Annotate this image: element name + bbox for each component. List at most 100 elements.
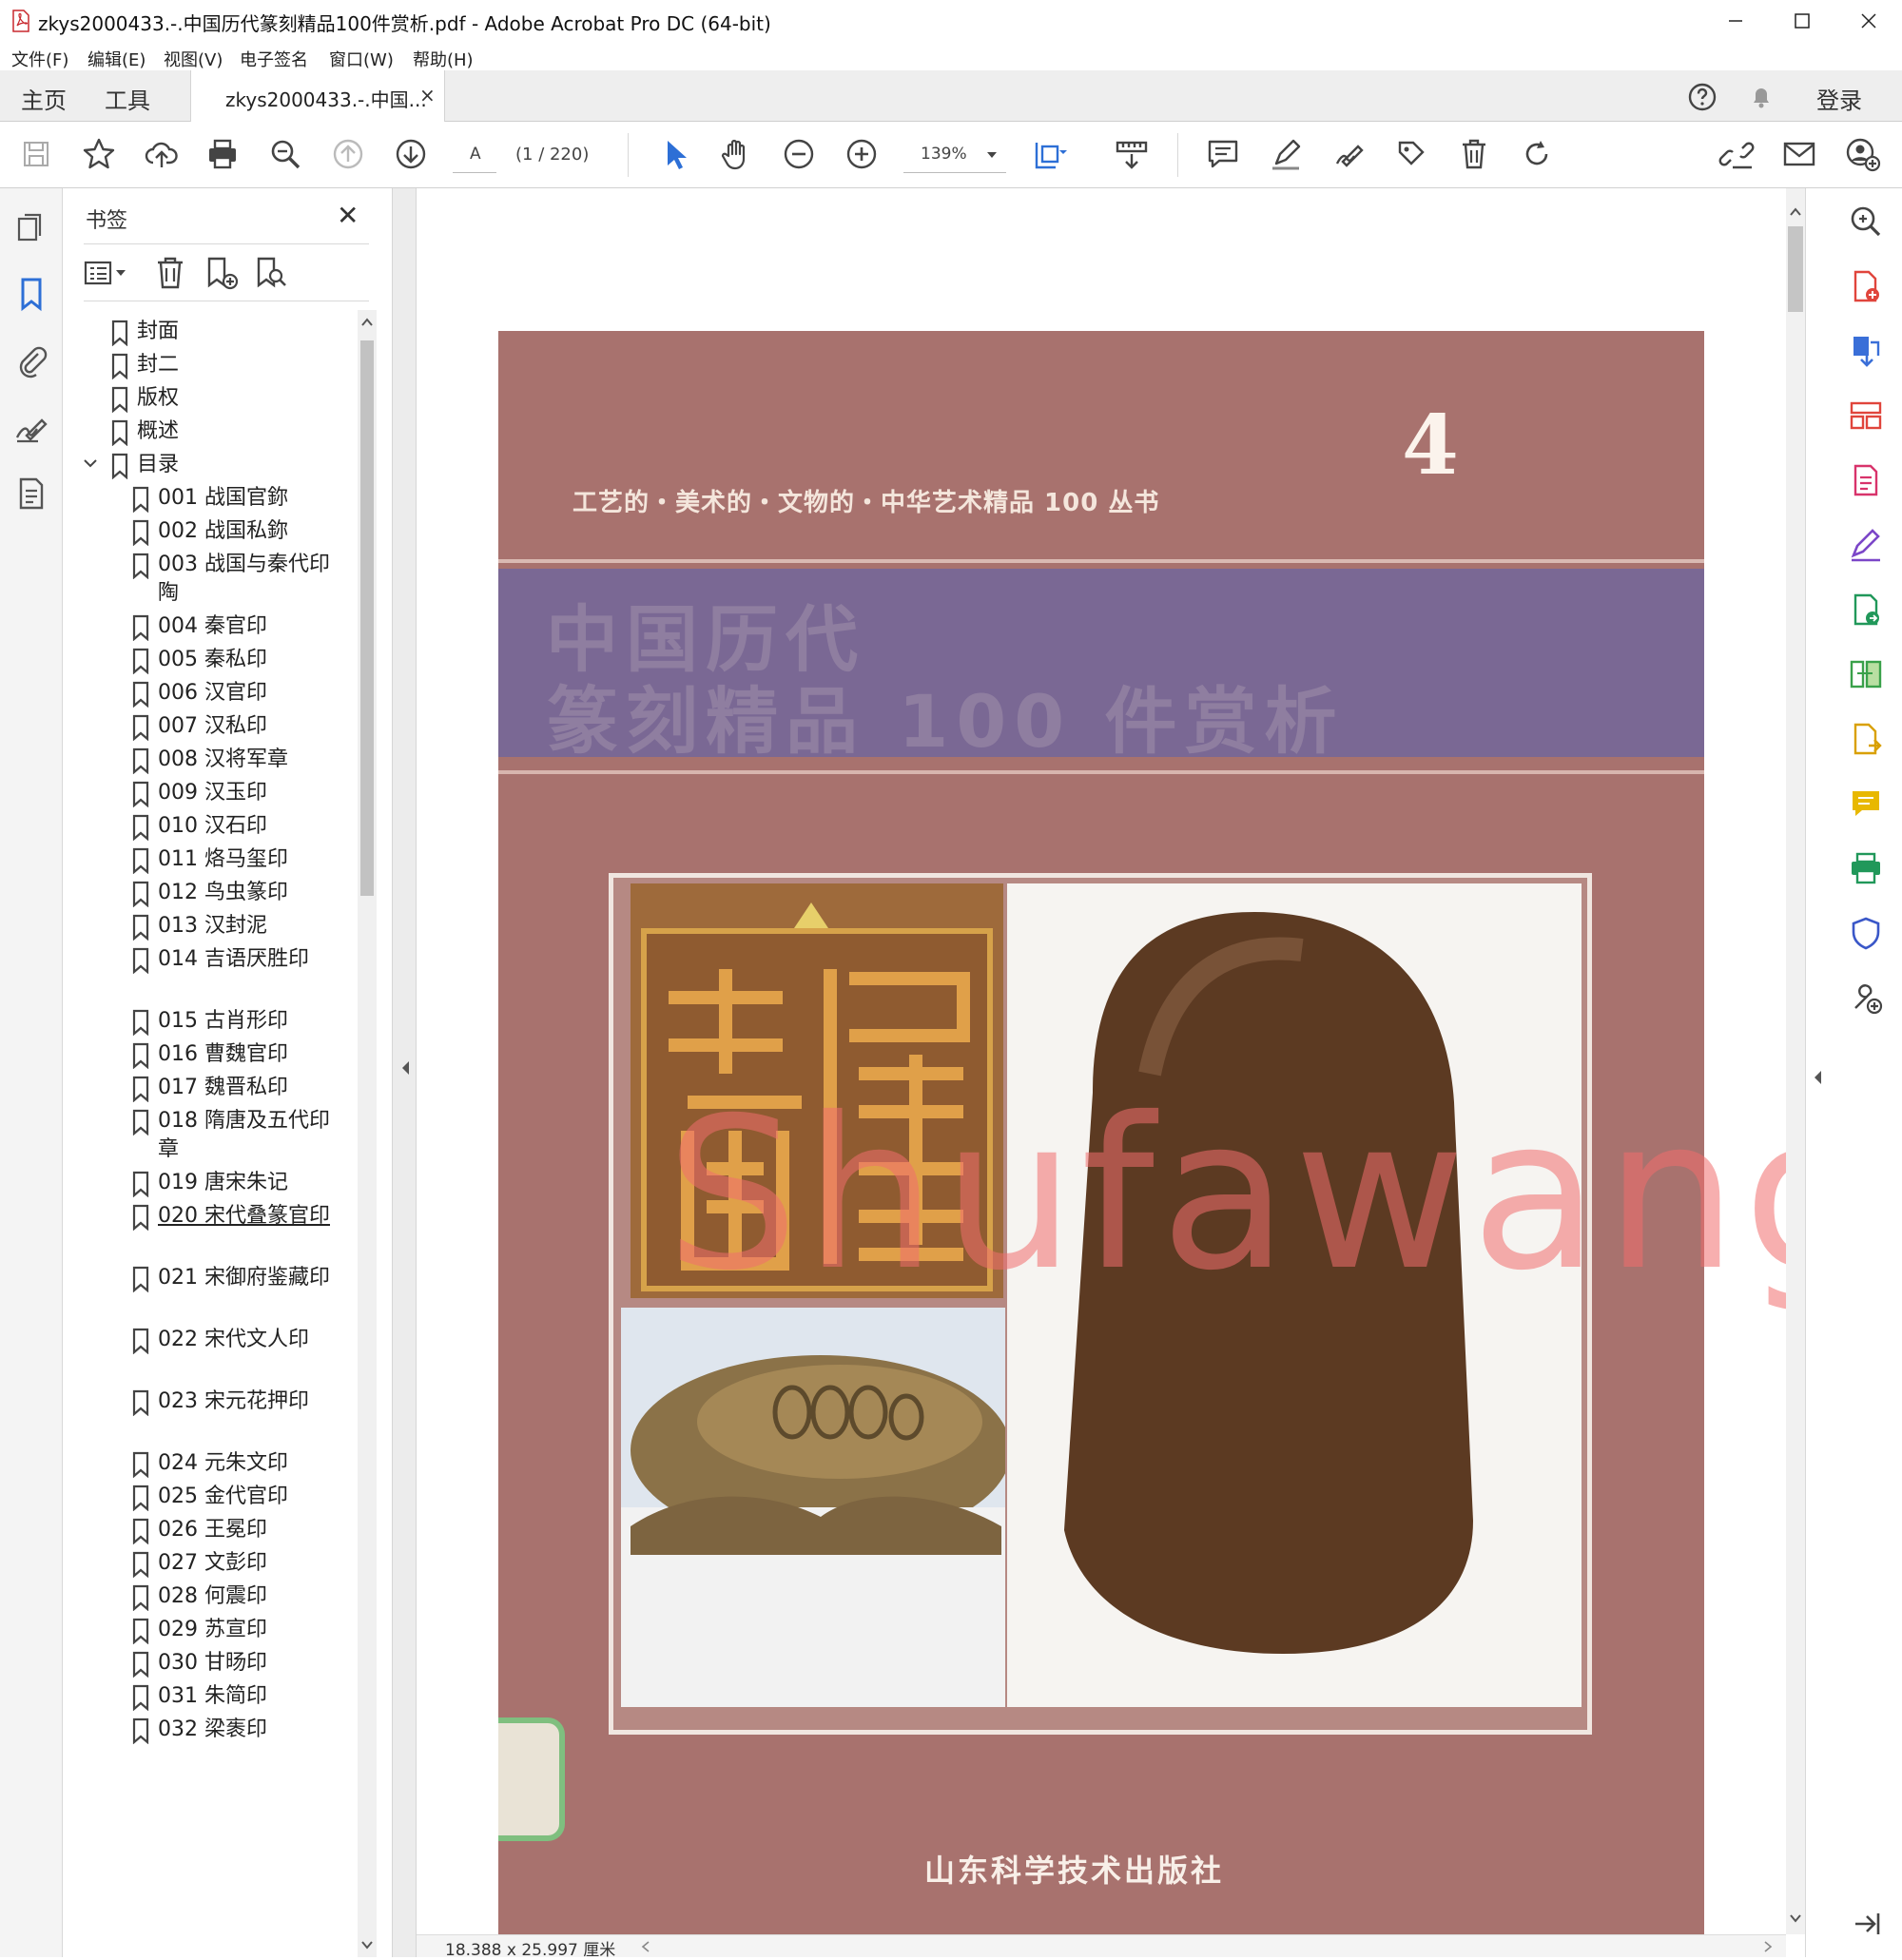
add-user-button[interactable] [1843, 135, 1881, 173]
bookmark-item[interactable]: 017 魏晋私印 [63, 1074, 358, 1102]
protect-shield-icon[interactable] [1848, 915, 1884, 951]
page-number-input[interactable]: A [453, 137, 496, 173]
menu-file[interactable]: 文件(F) [11, 47, 68, 71]
bookmark-item[interactable]: 013 汉封泥 [63, 912, 358, 941]
scroll-up-icon[interactable] [1790, 207, 1801, 217]
bookmarks-scrollbar[interactable] [358, 310, 377, 1957]
delete-button[interactable] [1455, 135, 1493, 173]
organize-pages-icon[interactable] [1848, 398, 1884, 434]
menu-edit[interactable]: 编辑(E) [87, 47, 146, 71]
bookmarks-close-button[interactable]: ✕ [337, 200, 359, 231]
bookmark-item[interactable]: 008 汉将军章 [63, 746, 358, 774]
close-window-button[interactable] [1835, 0, 1902, 42]
attachments-icon[interactable] [13, 342, 49, 378]
bookmark-item[interactable]: 023 宋元花押印 [63, 1388, 358, 1445]
sign-button[interactable] [1329, 135, 1368, 173]
scroll-up-icon[interactable] [361, 318, 373, 327]
scroll-down-icon[interactable] [1790, 1913, 1801, 1923]
scroll-thumb[interactable] [360, 340, 374, 896]
bookmark-item[interactable]: 031 朱简印 [63, 1682, 358, 1711]
bookmark-panel-icon[interactable] [13, 276, 49, 312]
new-bookmark-icon[interactable] [204, 255, 240, 291]
notification-bell-icon[interactable] [1746, 82, 1776, 112]
zoom-in-button[interactable] [843, 135, 881, 173]
share-button[interactable] [1392, 135, 1430, 173]
bookmark-item[interactable]: 018 隋唐及五代印章 [63, 1107, 358, 1164]
tab-home[interactable]: 主页 [21, 82, 67, 115]
bookmark-item[interactable]: 006 汉官印 [63, 679, 358, 708]
hand-tool-button[interactable] [717, 135, 755, 173]
bookmark-item[interactable]: 015 古肖形印 [63, 1007, 358, 1036]
bookmark-item[interactable]: 016 曹魏官印 [63, 1040, 358, 1069]
bookmark-item[interactable]: 001 战国官鉨 [63, 484, 358, 513]
bookmark-item[interactable]: 030 甘旸印 [63, 1649, 358, 1678]
document-properties-icon[interactable] [13, 475, 49, 512]
bookmark-item[interactable]: 012 鸟虫篆印 [63, 879, 358, 907]
edit-pdf-icon[interactable] [1848, 462, 1884, 498]
email-button[interactable] [1780, 135, 1818, 173]
send-for-review-icon[interactable] [1848, 592, 1884, 628]
scroll-thumb[interactable] [1788, 226, 1803, 312]
collapse-left-icon[interactable] [399, 1059, 411, 1077]
bookmark-item[interactable]: 027 文彭印 [63, 1549, 358, 1578]
menu-window[interactable]: 窗口(W) [329, 47, 394, 71]
highlight-button[interactable] [1267, 135, 1305, 173]
zoom-search-icon[interactable] [1848, 204, 1884, 240]
create-pdf-icon[interactable] [1848, 268, 1884, 304]
next-page-button[interactable] [392, 135, 430, 173]
print-production-icon[interactable] [1848, 850, 1884, 886]
bookmark-item[interactable]: 014 吉语厌胜印 [63, 945, 358, 1002]
bookmark-item[interactable]: 020 宋代叠篆官印 [63, 1202, 358, 1259]
scroll-left-icon[interactable] [641, 1941, 650, 1952]
menu-help[interactable]: 帮助(H) [413, 47, 474, 71]
touch-reading-mode-button[interactable] [1113, 135, 1151, 173]
bookmark-item[interactable]: 目录 [63, 451, 358, 479]
scroll-right-icon[interactable] [1763, 1941, 1773, 1952]
help-icon[interactable] [1687, 82, 1718, 112]
tab-tools[interactable]: 工具 [105, 82, 150, 115]
rotate-button[interactable] [1518, 135, 1556, 173]
cloud-upload-button[interactable] [143, 135, 181, 173]
comment-tool-icon[interactable] [1848, 786, 1884, 822]
signatures-icon[interactable] [13, 409, 49, 445]
more-tools-icon[interactable] [1848, 980, 1884, 1016]
bookmark-item[interactable]: 007 汉私印 [63, 712, 358, 741]
bookmark-item[interactable]: 版权 [63, 384, 358, 413]
fill-sign-icon[interactable] [1848, 527, 1884, 563]
delete-bookmark-icon[interactable] [152, 255, 188, 291]
bookmark-item[interactable]: 封面 [63, 318, 358, 346]
page-display-button[interactable] [1031, 135, 1069, 173]
tab-close-button[interactable]: × [419, 84, 436, 107]
bookmark-item[interactable]: 028 何震印 [63, 1582, 358, 1611]
bookmark-item[interactable]: 022 宋代文人印 [63, 1326, 358, 1383]
chevron-down-icon[interactable] [82, 455, 99, 472]
expand-tools-icon[interactable] [1812, 1069, 1823, 1086]
bookmark-item[interactable]: 011 烙马玺印 [63, 845, 358, 874]
bookmark-options-icon[interactable] [84, 255, 133, 291]
minimize-button[interactable] [1702, 0, 1769, 42]
tab-document[interactable]: zkys2000433.-.中国... × [190, 70, 445, 122]
collapse-tools-icon[interactable] [1848, 1906, 1884, 1942]
page-thumbnails-icon[interactable] [13, 209, 49, 245]
bookmark-item[interactable]: 009 汉玉印 [63, 779, 358, 807]
export-pdf-icon[interactable] [1848, 333, 1884, 369]
send-file-icon[interactable] [1848, 721, 1884, 757]
select-tool-button[interactable] [656, 135, 694, 173]
scroll-down-icon[interactable] [361, 1940, 373, 1950]
bookmark-item[interactable]: 002 战国私鉨 [63, 517, 358, 546]
bookmark-item[interactable]: 032 梁袠印 [63, 1716, 358, 1744]
bookmark-item[interactable]: 005 秦私印 [63, 646, 358, 674]
previous-page-button[interactable] [329, 135, 367, 173]
find-button[interactable] [266, 135, 304, 173]
comment-button[interactable] [1204, 135, 1242, 173]
bookmark-item[interactable]: 021 宋御府鉴藏印 [63, 1264, 358, 1321]
menu-view[interactable]: 视图(V) [164, 47, 223, 71]
bookmark-item[interactable]: 029 苏宣印 [63, 1616, 358, 1644]
find-bookmark-icon[interactable] [253, 255, 289, 291]
bookmark-item[interactable]: 概述 [63, 417, 358, 446]
document-vertical-scrollbar[interactable] [1786, 188, 1805, 1934]
bookmark-item[interactable]: 026 王冕印 [63, 1516, 358, 1544]
zoom-select[interactable]: 139% [903, 137, 1006, 173]
bookmark-star-button[interactable] [80, 135, 118, 173]
bookmark-item[interactable]: 封二 [63, 351, 358, 379]
